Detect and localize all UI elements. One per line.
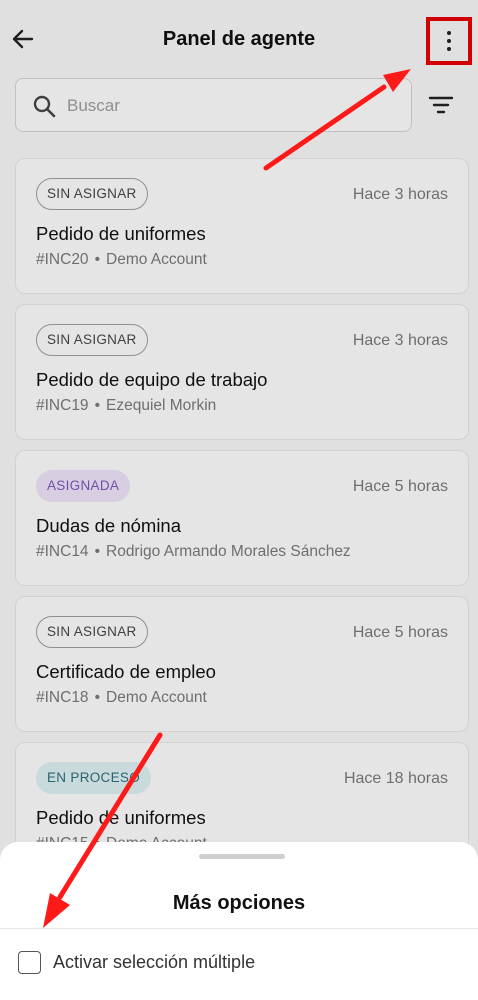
multi-select-checkbox[interactable] [18, 950, 41, 974]
more-options-sheet: Más opciones Activar selección múltiple [0, 842, 478, 1000]
multi-select-label: Activar selección múltiple [53, 951, 256, 972]
multi-select-option[interactable]: Activar selección múltiple [18, 949, 255, 975]
sheet-divider [0, 928, 478, 929]
sheet-handle[interactable] [199, 854, 285, 859]
sheet-title: Más opciones [172, 892, 306, 914]
